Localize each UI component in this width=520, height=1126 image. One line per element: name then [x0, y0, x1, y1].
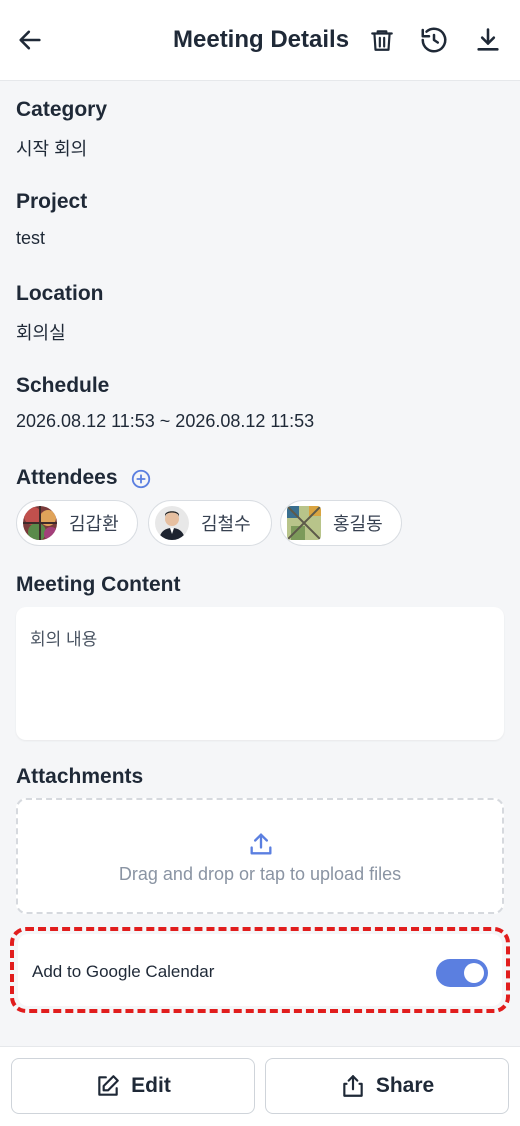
edit-button-label: Edit [131, 1074, 171, 1097]
top-app-bar: Meeting Details [0, 0, 520, 81]
share-icon [343, 1075, 363, 1097]
schedule-value: 2026.08.12 11:53 ~ 2026.08.12 11:53 [16, 411, 315, 431]
meeting-content-label: Meeting Content [16, 573, 181, 596]
google-calendar-label: Add to Google Calendar [32, 962, 215, 981]
share-button[interactable]: Share [265, 1058, 509, 1114]
avatar [287, 506, 321, 540]
avatar [23, 506, 57, 540]
attendee-name: 김철수 [201, 514, 251, 534]
history-button[interactable] [416, 22, 452, 58]
attendee-chip[interactable]: 김철수 [148, 500, 272, 546]
back-button[interactable] [12, 22, 48, 58]
page-title: Meeting Details [173, 26, 350, 53]
toggle-knob [464, 963, 484, 983]
location-label: Location [16, 282, 104, 305]
project-value: test [16, 228, 46, 248]
category-label: Category [16, 98, 108, 121]
trash-icon [371, 30, 393, 51]
location-value: 회의실 [16, 323, 66, 343]
schedule-label: Schedule [16, 374, 110, 397]
add-attendee-button[interactable] [130, 468, 152, 490]
share-button-label: Share [375, 1074, 435, 1097]
back-arrow-icon [19, 30, 41, 50]
attendee-chip[interactable]: 김갑환 [16, 500, 138, 546]
edit-button[interactable]: Edit [11, 1058, 255, 1114]
avatar [155, 506, 189, 540]
attachments-label: Attachments [16, 765, 144, 788]
download-icon [477, 28, 499, 51]
attendees-label: Attendees [16, 466, 118, 489]
meeting-content-box[interactable]: 회의 내용 [16, 607, 504, 740]
google-calendar-toggle[interactable] [436, 959, 488, 987]
delete-button[interactable] [364, 22, 400, 58]
edit-icon [98, 1075, 119, 1096]
meeting-content-text: 회의 내용 [30, 630, 98, 649]
category-value: 시작 회의 [16, 139, 88, 159]
upload-icon [247, 830, 275, 858]
attendee-name: 홍길동 [333, 514, 383, 534]
project-label: Project [16, 190, 88, 213]
attendee-name: 김갑환 [69, 514, 119, 534]
plus-circle-icon [131, 469, 151, 489]
history-icon [421, 27, 447, 53]
download-button[interactable] [470, 22, 506, 58]
file-upload-dropzone[interactable]: Drag and drop or tap to upload files [16, 798, 504, 914]
upload-hint-text: Drag and drop or tap to upload files [118, 864, 402, 884]
attendee-chip[interactable]: 홍길동 [280, 500, 402, 546]
